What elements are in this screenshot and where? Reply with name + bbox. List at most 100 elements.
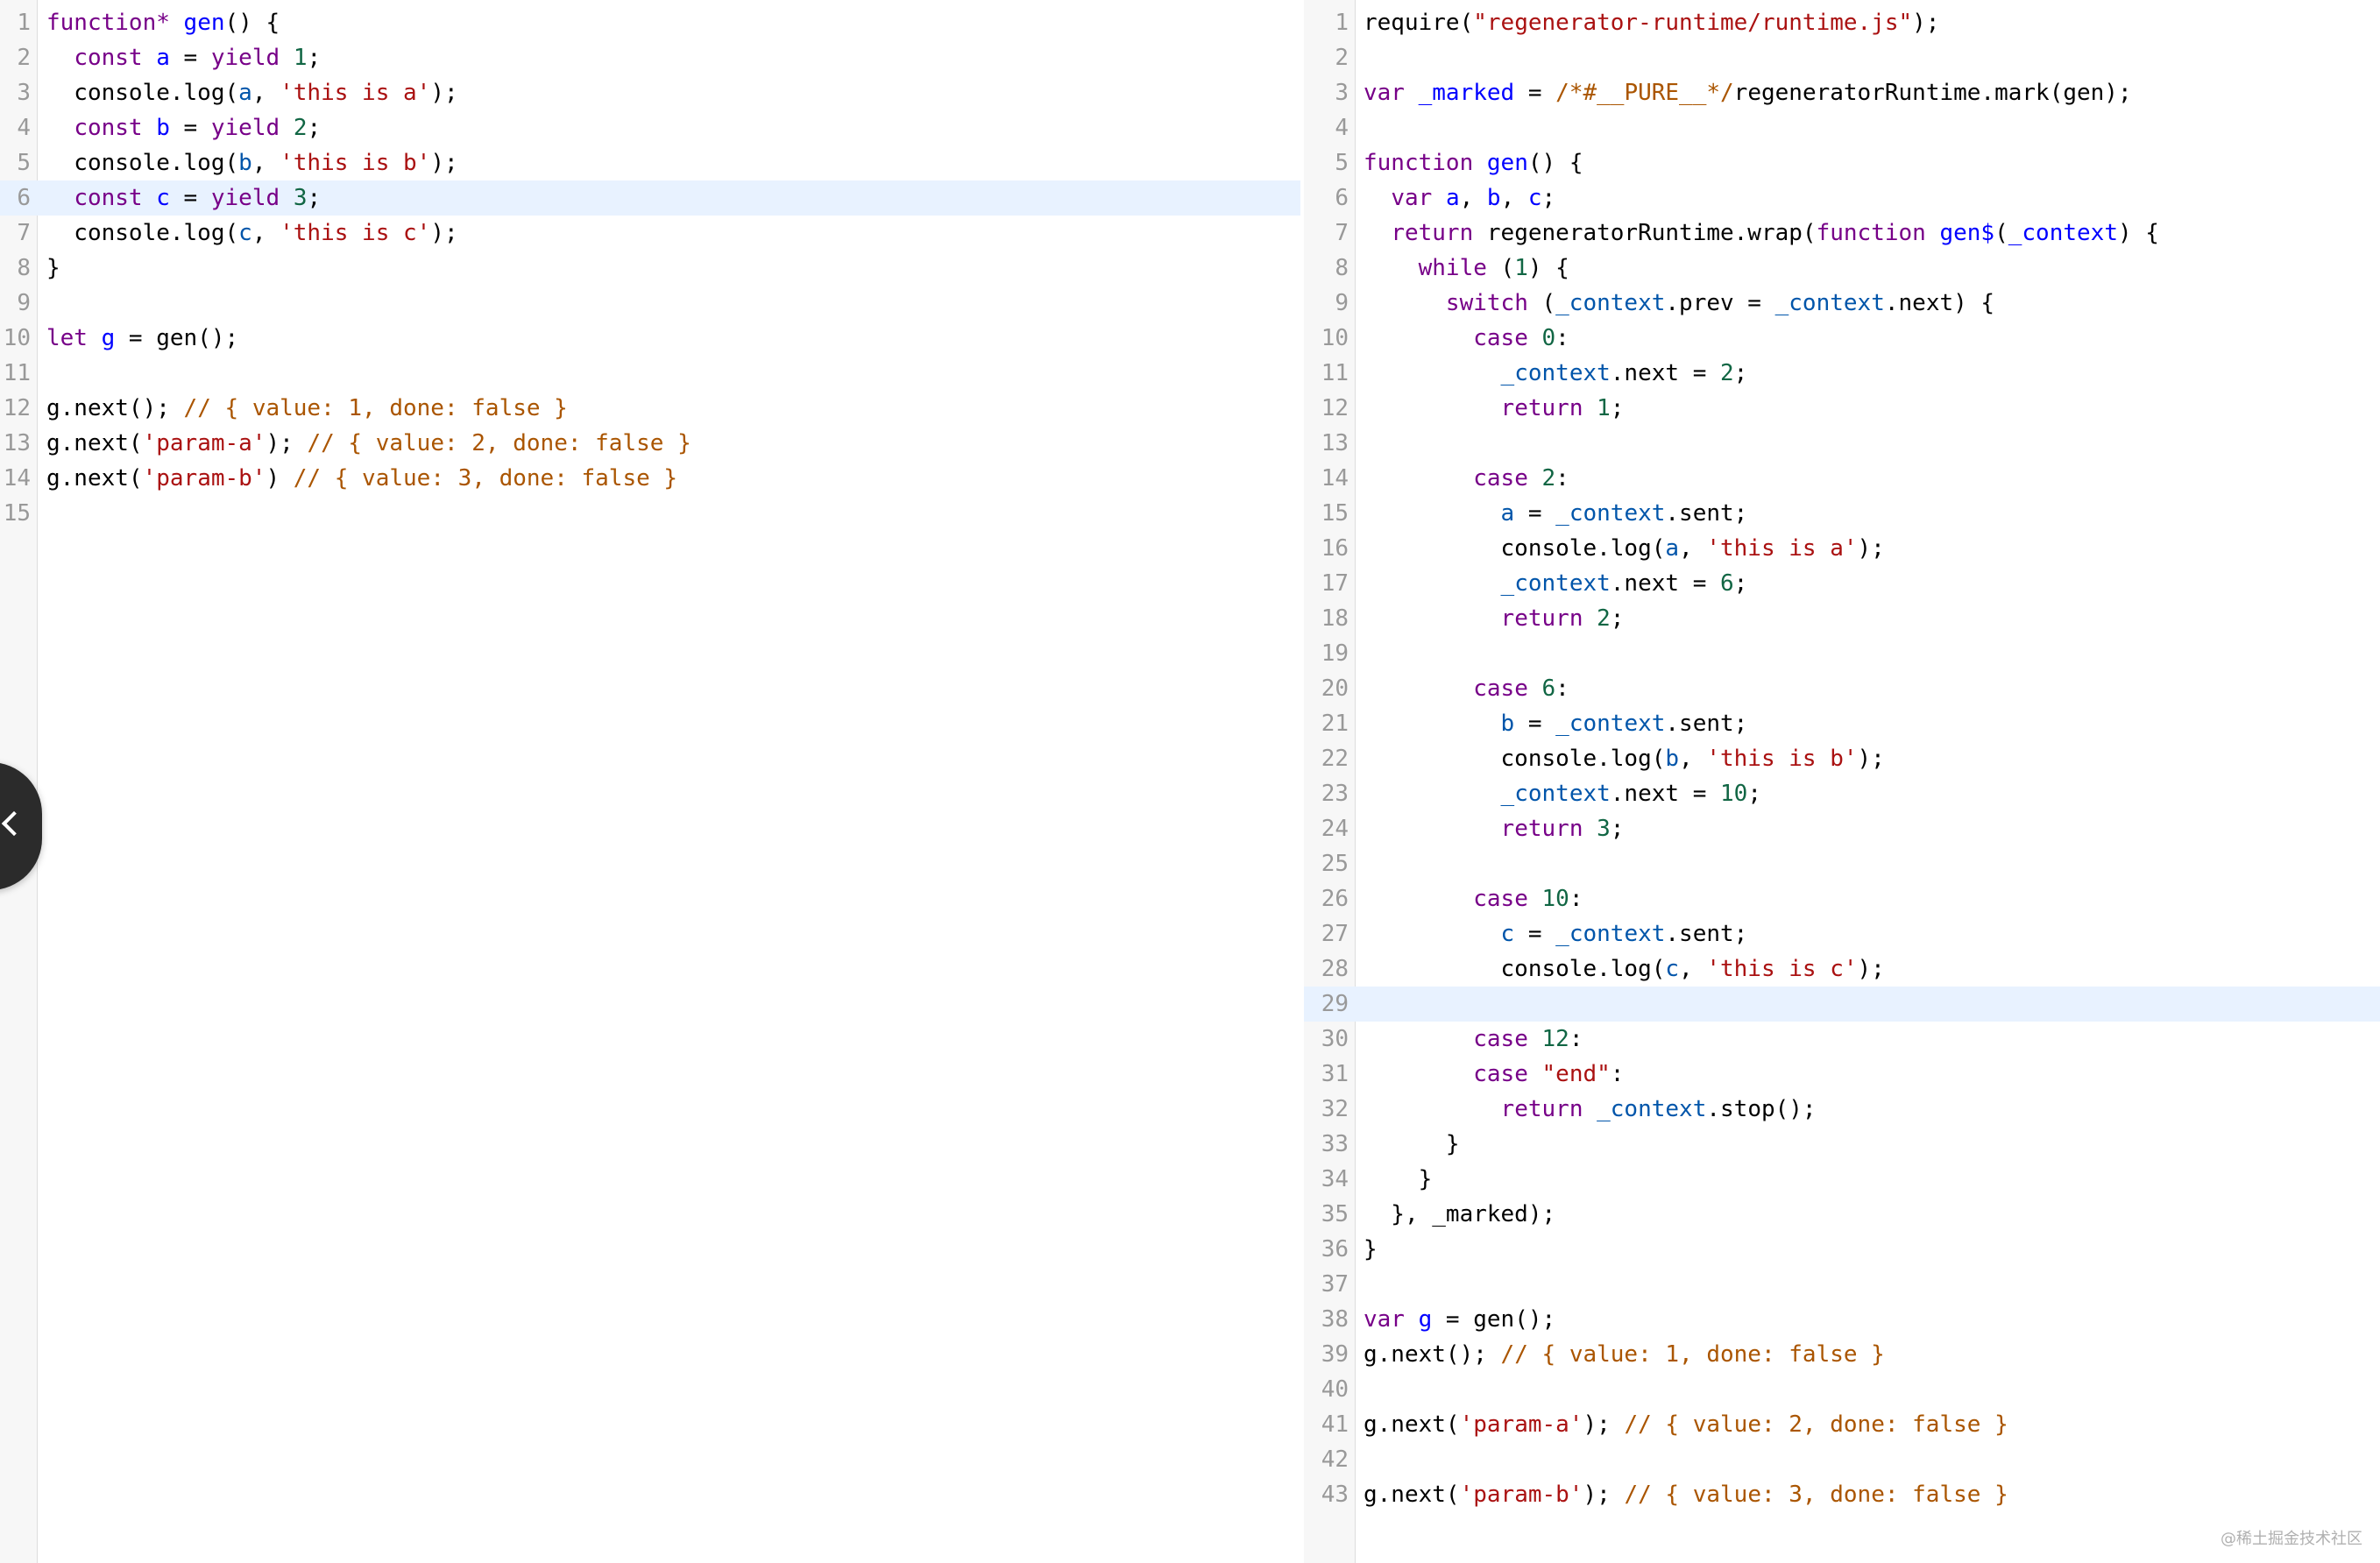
code-token: : bbox=[1610, 1061, 1625, 1087]
code-line[interactable]: 13 g.next('param-a'); // { value: 2, done… bbox=[0, 426, 1300, 461]
line-content: console.log(c, 'this is c'); bbox=[46, 216, 457, 251]
code-line[interactable]: 26 case 10: bbox=[1304, 881, 2380, 916]
code-line[interactable]: 2 const a = yield 1; bbox=[0, 40, 1300, 75]
code-line[interactable]: 27 c = _context.sent; bbox=[1304, 916, 2380, 951]
code-line[interactable]: 8 while (1) { bbox=[1304, 251, 2380, 286]
code-line[interactable]: 14 case 2: bbox=[1304, 461, 2380, 496]
code-token: = gen(); bbox=[115, 325, 239, 351]
code-line[interactable]: 2 bbox=[1304, 40, 2380, 75]
source-editor-pane[interactable]: 1 function* gen() {2 const a = yield 1; 3 … bbox=[0, 0, 1300, 1563]
code-token: const bbox=[74, 115, 143, 141]
code-line[interactable]: 15 bbox=[0, 496, 1300, 531]
line-number: 35 bbox=[1321, 1201, 1349, 1227]
line-content: let g = gen(); bbox=[46, 321, 238, 356]
code-token: return bbox=[1500, 605, 1583, 632]
code-token: ; bbox=[1747, 781, 1761, 807]
code-line[interactable]: 43 g.next('param-b'); // { value: 3, done… bbox=[1304, 1477, 2380, 1512]
code-line[interactable]: 28 console.log(c, 'this is c'); bbox=[1304, 951, 2380, 987]
code-token: _context bbox=[1555, 921, 1666, 947]
code-line[interactable]: 21 b = _context.sent; bbox=[1304, 706, 2380, 741]
code-token: c bbox=[1527, 185, 1542, 211]
code-line[interactable]: 11 bbox=[0, 356, 1300, 391]
code-line[interactable]: 8} bbox=[0, 251, 1300, 286]
code-line[interactable]: 23 _context.next = 10; bbox=[1304, 776, 2380, 811]
code-token: ); bbox=[266, 430, 308, 456]
code-line[interactable]: 9 switch (_context.prev = _context.next)… bbox=[1304, 286, 2380, 321]
code-line[interactable]: 35 }, _marked); bbox=[1304, 1197, 2380, 1232]
code-token: function bbox=[1816, 220, 1926, 246]
code-line[interactable]: 22 console.log(b, 'this is b'); bbox=[1304, 741, 2380, 776]
code-line[interactable]: 20 case 6: bbox=[1304, 671, 2380, 706]
code-line[interactable]: 41 g.next('param-a'); // { value: 2, done… bbox=[1304, 1407, 2380, 1442]
code-token: ); bbox=[1912, 10, 1940, 36]
code-token: () { bbox=[224, 10, 280, 36]
code-line[interactable]: 13 bbox=[1304, 426, 2380, 461]
code-line[interactable]: 17 _context.next = 6; bbox=[1304, 566, 2380, 601]
code-line[interactable]: 25 bbox=[1304, 846, 2380, 881]
line-content: console.log(b, 'this is b'); bbox=[46, 145, 457, 180]
line-number: 5 bbox=[17, 150, 31, 176]
line-number: 38 bbox=[1321, 1306, 1349, 1333]
code-line[interactable]: 15 a = _context.sent; bbox=[1304, 496, 2380, 531]
code-line[interactable]: 11 _context.next = 2; bbox=[1304, 356, 2380, 391]
code-line[interactable]: 4 bbox=[1304, 110, 2380, 145]
code-token: } bbox=[46, 255, 60, 281]
line-number: 13 bbox=[3, 430, 31, 456]
code-line[interactable]: 31 case "end": bbox=[1304, 1057, 2380, 1092]
code-line[interactable]: 6 const c = yield 3; bbox=[0, 180, 1300, 216]
line-content: return _context.stop(); bbox=[1364, 1092, 1817, 1127]
code-line[interactable]: 5 console.log(b, 'this is b'); bbox=[0, 145, 1300, 180]
code-token: .next = bbox=[1610, 570, 1721, 597]
code-token: return bbox=[1391, 220, 1474, 246]
code-token: = bbox=[1514, 80, 1556, 106]
code-token: 10 bbox=[1541, 886, 1569, 912]
code-line[interactable]: 3 console.log(a, 'this is a'); bbox=[0, 75, 1300, 110]
code-line[interactable]: 12 return 1; bbox=[1304, 391, 2380, 426]
code-line[interactable]: 32 return _context.stop(); bbox=[1304, 1092, 2380, 1127]
code-line[interactable]: 29 bbox=[1304, 987, 2380, 1022]
code-line[interactable]: 40 bbox=[1304, 1372, 2380, 1407]
code-token: 'this is b' bbox=[280, 150, 431, 176]
code-line[interactable]: 39 g.next(); // { value: 1, done: false } bbox=[1304, 1337, 2380, 1372]
line-number: 14 bbox=[1321, 465, 1349, 492]
code-token: } bbox=[1364, 1236, 1378, 1262]
compiled-code[interactable]: 1 require("regenerator-runtime/runtime.js… bbox=[1304, 5, 2380, 1512]
line-content: g.next(); // { value: 1, done: false } bbox=[1364, 1337, 1885, 1372]
code-line[interactable]: 12 g.next(); // { value: 1, done: false } bbox=[0, 391, 1300, 426]
code-line[interactable]: 1 function* gen() { bbox=[0, 5, 1300, 40]
code-token: b bbox=[1665, 746, 1680, 772]
code-line[interactable]: 18 return 2; bbox=[1304, 601, 2380, 636]
code-line[interactable]: 10 case 0: bbox=[1304, 321, 2380, 356]
source-code[interactable]: 1 function* gen() {2 const a = yield 1; 3 … bbox=[0, 5, 1300, 531]
compiled-output-pane[interactable]: 1 require("regenerator-runtime/runtime.js… bbox=[1304, 0, 2380, 1563]
code-line[interactable]: 16 console.log(a, 'this is a'); bbox=[1304, 531, 2380, 566]
code-line[interactable]: 6 var a, b, c; bbox=[1304, 180, 2380, 216]
code-token: .next = bbox=[1610, 360, 1721, 386]
code-token: _context bbox=[2008, 220, 2118, 246]
line-number: 8 bbox=[17, 255, 31, 281]
code-line[interactable]: 33 } bbox=[1304, 1127, 2380, 1162]
code-line[interactable]: 37 bbox=[1304, 1267, 2380, 1302]
code-token: g.next(); bbox=[1364, 1341, 1501, 1368]
code-line[interactable]: 7 console.log(c, 'this is c'); bbox=[0, 216, 1300, 251]
line-number: 15 bbox=[1321, 500, 1349, 527]
code-line[interactable]: 7 return regeneratorRuntime.wrap(functio… bbox=[1304, 216, 2380, 251]
code-line[interactable]: 30 case 12: bbox=[1304, 1022, 2380, 1057]
code-line[interactable]: 38 var g = gen(); bbox=[1304, 1302, 2380, 1337]
code-token: .sent; bbox=[1665, 711, 1748, 737]
code-token: = bbox=[1514, 500, 1556, 527]
code-line[interactable]: 10 let g = gen(); bbox=[0, 321, 1300, 356]
code-line[interactable]: 19 bbox=[1304, 636, 2380, 671]
code-line[interactable]: 5 function gen() { bbox=[1304, 145, 2380, 180]
code-line[interactable]: 42 bbox=[1304, 1442, 2380, 1477]
code-line[interactable]: 1 require("regenerator-runtime/runtime.js… bbox=[1304, 5, 2380, 40]
code-line[interactable]: 24 return 3; bbox=[1304, 811, 2380, 846]
code-line[interactable]: 14 g.next('param-b') // { value: 3, done:… bbox=[0, 461, 1300, 496]
code-line[interactable]: 9 bbox=[0, 286, 1300, 321]
code-line[interactable]: 36} bbox=[1304, 1232, 2380, 1267]
code-line[interactable]: 3 var _marked = /*#__PURE__*/regeneratorR… bbox=[1304, 75, 2380, 110]
code-line[interactable]: 4 const b = yield 2; bbox=[0, 110, 1300, 145]
code-line[interactable]: 34 } bbox=[1304, 1162, 2380, 1197]
